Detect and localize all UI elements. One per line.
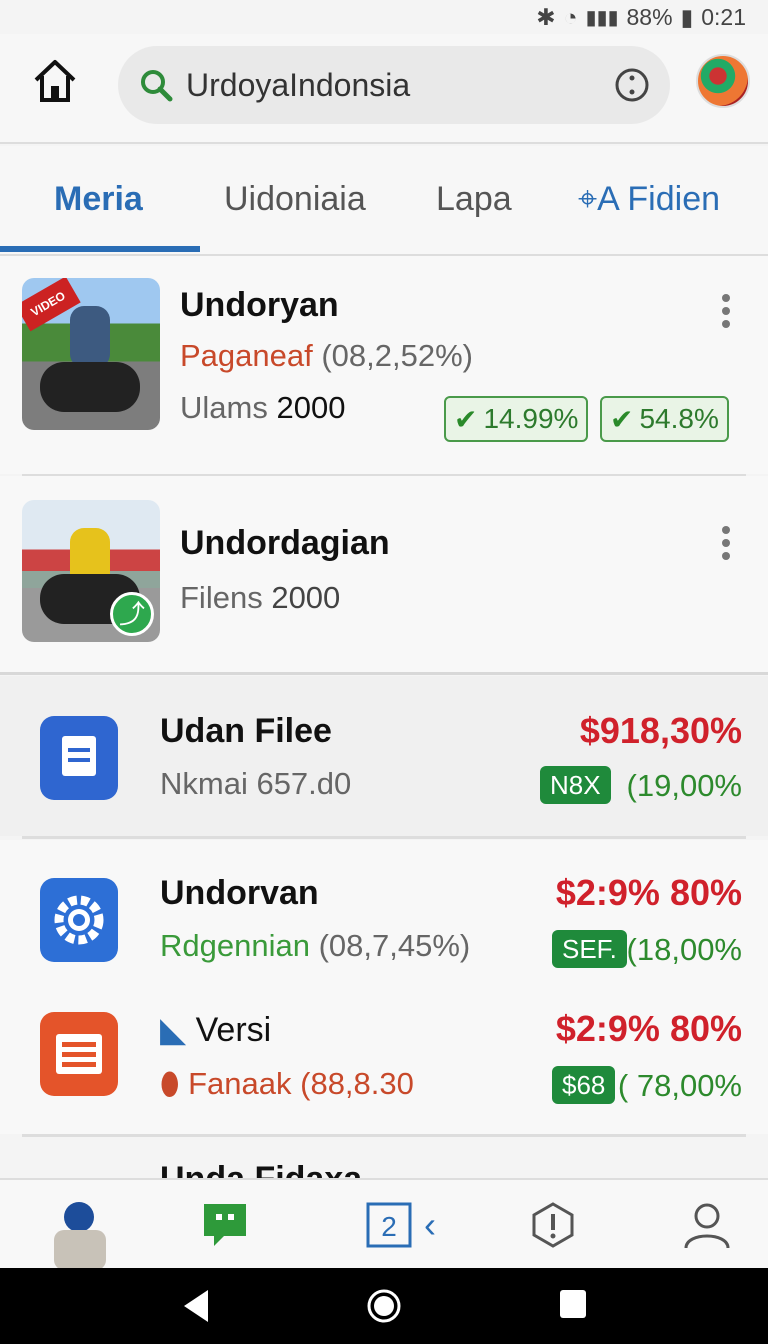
share-icon: ⤴ [110, 592, 154, 636]
search-input[interactable]: UrdoyaIndonsia [186, 67, 410, 104]
list-group: Undorvan Rdgennian (08,7,45%) $2:9% 80% … [0, 840, 768, 1134]
card-title: Undoryan [180, 286, 339, 324]
tab-indicator [0, 246, 200, 252]
recents-icon[interactable] [558, 1288, 588, 1322]
info-icon[interactable] [614, 67, 650, 103]
percent-change: ( 78,00% [617, 1068, 742, 1103]
search-icon [141, 70, 173, 102]
tab-a-fidien-label: A Fidien [597, 180, 721, 218]
list-subtitle-paren: (08,7,45%) [318, 928, 471, 963]
battery-icon: ▮ [680, 3, 694, 30]
list-subtitle-main: Fanaak [188, 1066, 292, 1101]
battery-text: 88% [626, 3, 673, 30]
document-app-icon [40, 716, 118, 800]
bluetooth-icon: ✱ [536, 3, 556, 30]
list-title-partial: Unda Fidaxa [160, 1160, 363, 1180]
list-title-text: Versi [195, 1011, 272, 1049]
slides-app-icon [40, 1012, 118, 1096]
status-bar: ✱ ◔ ▮▮▮ 88% ▮ 0:21 [0, 0, 768, 34]
signal-icon: ▮▮▮ [585, 6, 619, 29]
profile-icon[interactable] [680, 1198, 734, 1252]
divider [0, 672, 768, 675]
divider [22, 836, 746, 839]
list-subtitle: Nkmai 657.d0 [160, 766, 352, 801]
list-title: ◣ Versi [160, 1010, 271, 1050]
stat-pill-value: 54.8% [639, 403, 719, 434]
percent-change: (18,00% [626, 932, 742, 967]
motorcycle-figure [40, 362, 140, 412]
card-meta-label: Ulams [180, 390, 268, 425]
divider [22, 1134, 746, 1137]
list-subtitle: Rdgennian (08,7,45%) [160, 928, 470, 964]
list-item[interactable]: Udan Filee Nkmai 657.d0 $918,30% N8X (19… [0, 676, 768, 836]
badge-icon[interactable]: 2 [362, 1198, 416, 1252]
card-meta-label: Filens [180, 580, 263, 615]
stat-pill: ✔ 54.8% [600, 396, 729, 442]
stat-pill: ✔ 14.99% [444, 396, 589, 442]
more-options-icon[interactable] [721, 526, 731, 562]
svg-text:2: 2 [381, 1211, 397, 1242]
card-title: Undordagian [180, 524, 390, 562]
checkmark-icon: ✔ [610, 403, 634, 435]
bottom-nav: 2 ‹ [0, 1178, 768, 1270]
video-thumbnail[interactable]: ⤴ [22, 500, 160, 642]
stat-pill-value: 14.99% [483, 403, 579, 434]
card-subtitle-paren: (08,2,52%) [321, 338, 473, 373]
tab-bar: Meria Uidoniaia Lapa ⌖A Fidien [0, 146, 768, 256]
list-title: Udan Filee [160, 712, 332, 750]
alert-icon[interactable] [526, 1198, 580, 1252]
settings-app-icon [40, 878, 118, 962]
wifi-icon: ◔ [563, 3, 578, 30]
chevron-left-icon[interactable]: ‹ [424, 1204, 436, 1246]
checkmark-icon: ✔ [454, 403, 478, 435]
card-subtitle-main: Paganeaf [180, 338, 313, 373]
card-meta: Ulams 2000 [180, 390, 345, 426]
search-bar[interactable]: UrdoyaIndonsia [118, 46, 670, 124]
more-options-icon[interactable] [721, 294, 731, 330]
rider-thumbnail[interactable] [40, 1186, 120, 1270]
video-card[interactable]: VIDEO Undoryan Paganeaf (08,2,52%) Ulams… [0, 256, 768, 474]
tag-icon: ⬮ [160, 1066, 180, 1101]
price-text: $2:9% 80% [555, 1008, 742, 1049]
tab-uidoniaia[interactable]: Uidoniaia [224, 180, 366, 219]
list-subtitle-paren: (88,8.30 [300, 1066, 414, 1101]
rider-figure [70, 306, 110, 368]
video-card[interactable]: ⤴ Undordagian Filens 2000 [0, 476, 768, 672]
card-meta: Filens 2000 [180, 580, 340, 616]
card-meta-value: 2000 [276, 390, 346, 425]
price-text: $918,30% [579, 710, 742, 751]
clock: 0:21 [701, 3, 746, 30]
ticker-badge: SEF. [552, 930, 627, 968]
avatar[interactable] [696, 54, 750, 108]
ticker-badge: N8X [540, 766, 611, 804]
home-nav-icon[interactable] [366, 1288, 402, 1324]
list-subtitle: ⬮ Fanaak (88,8.30 [160, 1066, 414, 1103]
helmet-figure [64, 1202, 94, 1232]
card-subtitle: Paganeaf (08,2,52%) [180, 338, 473, 374]
list-subtitle-main: Rdgennian [160, 928, 310, 963]
rider-body-figure [54, 1230, 106, 1270]
play-store-icon: ◣ [160, 1011, 187, 1049]
top-bar: UrdoyaIndonsia [0, 34, 768, 142]
ticker-badge: $68 [552, 1066, 616, 1104]
back-icon[interactable] [180, 1288, 212, 1324]
system-nav-bar [0, 1268, 768, 1344]
list-title: Undorvan [160, 874, 319, 912]
video-thumbnail[interactable]: VIDEO [22, 278, 160, 430]
price-text: $2:9% 80% [555, 872, 742, 913]
divider [0, 142, 768, 144]
percent-change: (19,00% [626, 768, 742, 803]
tab-a-fidien[interactable]: ⌖A Fidien [578, 180, 720, 219]
chat-icon[interactable] [198, 1198, 252, 1252]
home-icon[interactable] [30, 56, 80, 106]
card-meta-value: 2000 [271, 580, 341, 615]
tab-meria[interactable]: Meria [54, 180, 143, 219]
tab-lapa[interactable]: Lapa [436, 180, 512, 219]
target-icon: ⌖ [578, 180, 598, 218]
